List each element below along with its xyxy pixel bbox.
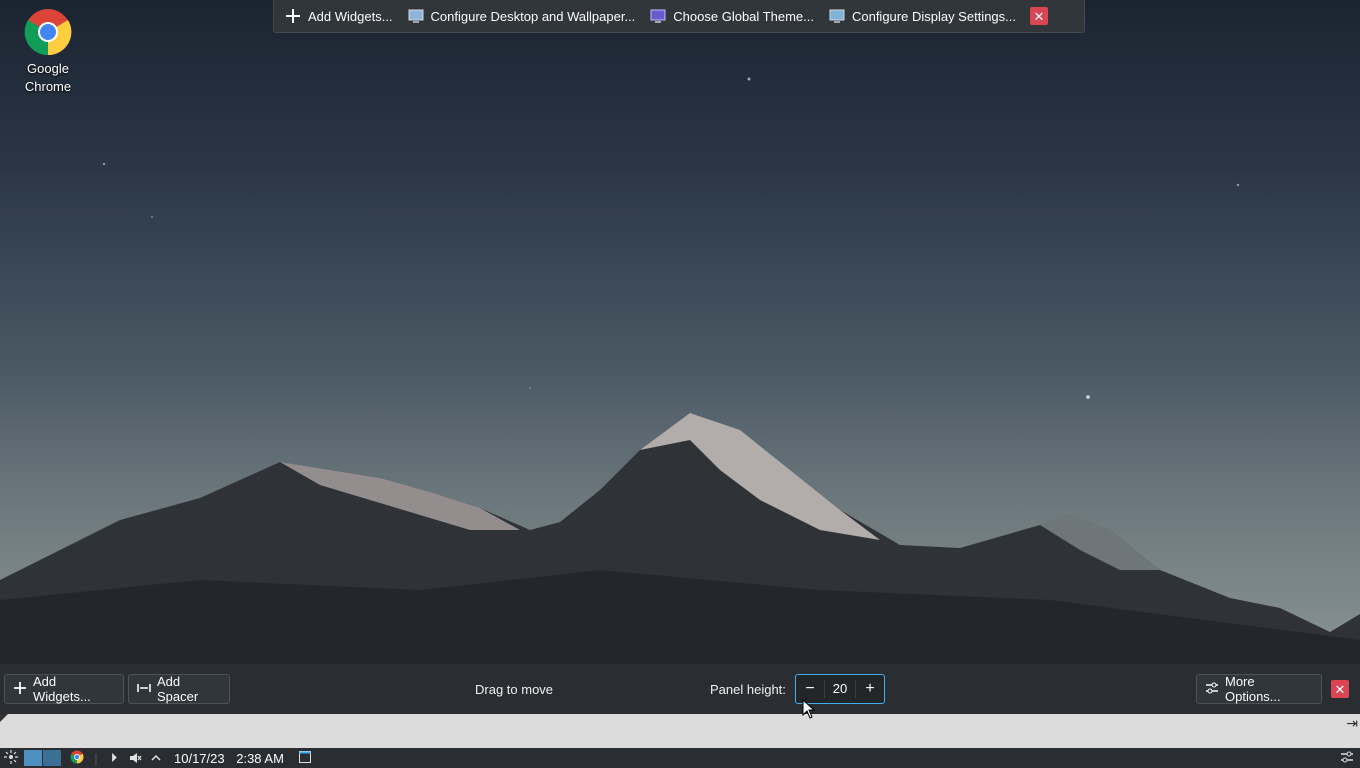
drag-to-move-handle[interactable]: Drag to move xyxy=(475,682,553,697)
volume-muted-icon[interactable] xyxy=(124,748,146,768)
choose-global-theme-button[interactable]: Choose Global Theme... xyxy=(649,7,814,25)
desktop-toolbox: Add Widgets... Configure Desktop and Wal… xyxy=(273,0,1085,33)
theme-icon xyxy=(649,7,667,25)
panel-height-input[interactable]: 20 xyxy=(824,680,856,698)
plus-icon xyxy=(284,7,302,25)
more-options-label: More Options... xyxy=(1225,674,1281,704)
sliders-icon xyxy=(1205,681,1219,698)
add-spacer-button[interactable]: Add Spacer xyxy=(128,674,230,704)
close-panel-edit-button[interactable]: ✕ xyxy=(1331,680,1349,698)
clock-date: 10/17/23 xyxy=(174,750,225,766)
desktop-settings-icon xyxy=(407,7,425,25)
show-desktop-icon xyxy=(298,750,312,767)
close-toolbox-button[interactable]: ✕ xyxy=(1030,7,1048,25)
mouse-cursor xyxy=(802,698,816,722)
taskbar-separator: | xyxy=(94,750,98,766)
panel-configure-button[interactable] xyxy=(1334,748,1360,768)
taskbar-chrome-button[interactable] xyxy=(66,748,88,768)
chrome-icon xyxy=(70,750,84,767)
panel-offset-handle[interactable] xyxy=(0,714,8,722)
close-icon: ✕ xyxy=(1033,8,1045,24)
configure-display-button[interactable]: Configure Display Settings... xyxy=(828,7,1016,25)
taskbar: | ⏵ 10/17/23 2:38 AM xyxy=(0,748,1360,768)
configure-icon xyxy=(1340,750,1354,767)
increase-height-button[interactable]: + xyxy=(856,680,884,698)
desktop-wallpaper xyxy=(0,0,1360,664)
desktop-icon-label: Google Chrome xyxy=(24,61,72,94)
virtual-desktop-pager[interactable] xyxy=(22,748,62,768)
choose-global-theme-label: Choose Global Theme... xyxy=(673,8,814,24)
configure-display-label: Configure Display Settings... xyxy=(851,8,1016,24)
kde-launcher-icon xyxy=(4,749,18,767)
panel-edit-toolbar: Add Widgets... Add Spacer Drag to move P… xyxy=(0,664,1360,714)
more-options-button[interactable]: More Options... xyxy=(1196,674,1322,704)
add-spacer-label: Add Spacer xyxy=(157,674,199,704)
panel-add-widgets-button[interactable]: Add Widgets... xyxy=(4,674,124,704)
configure-desktop-label: Configure Desktop and Wallpaper... xyxy=(430,8,636,24)
panel-max-length-handle[interactable]: ⇥ xyxy=(1346,715,1358,732)
pager-desktop-2[interactable] xyxy=(43,750,61,766)
show-desktop-button[interactable] xyxy=(294,748,316,768)
pager-desktop-1[interactable] xyxy=(24,750,42,766)
clock[interactable]: 10/17/23 2:38 AM xyxy=(174,751,284,766)
clock-time: 2:38 AM xyxy=(236,750,284,766)
add-widgets-button[interactable]: Add Widgets... xyxy=(284,7,393,25)
display-icon xyxy=(828,7,846,25)
media-player-icon[interactable]: ⏵ xyxy=(104,748,124,768)
configure-desktop-button[interactable]: Configure Desktop and Wallpaper... xyxy=(407,7,636,25)
panel-height-label: Panel height: xyxy=(710,682,786,697)
chrome-icon xyxy=(24,8,72,56)
mountain-illustration xyxy=(0,77,1360,664)
application-launcher-button[interactable] xyxy=(0,748,22,768)
system-tray-expand-icon[interactable] xyxy=(146,748,166,768)
decrease-height-button[interactable]: − xyxy=(796,680,824,698)
spacer-icon xyxy=(137,681,151,698)
desktop-icon-google-chrome[interactable]: Google Chrome xyxy=(8,8,88,96)
panel-ruler[interactable]: ⇥ xyxy=(0,714,1360,748)
add-widgets-label: Add Widgets... xyxy=(308,8,393,24)
close-icon: ✕ xyxy=(1334,681,1346,697)
panel-add-widgets-label: Add Widgets... xyxy=(33,674,91,704)
plus-icon xyxy=(13,681,27,698)
